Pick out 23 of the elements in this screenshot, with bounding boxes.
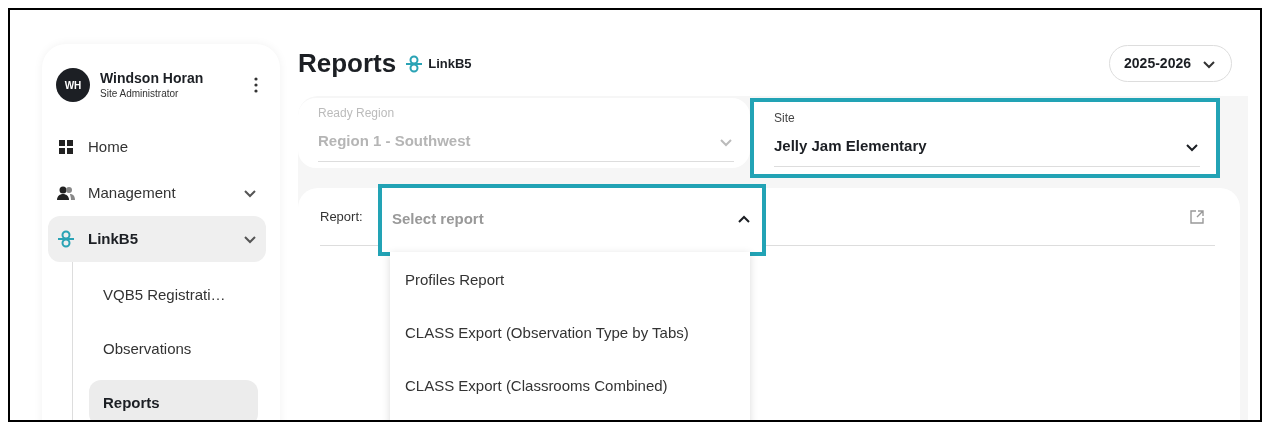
- nav-item[interactable]: Management: [48, 170, 266, 216]
- nav-subitem[interactable]: Reports: [89, 380, 258, 420]
- nav-item[interactable]: LinkB5: [48, 216, 266, 262]
- nav-subitem[interactable]: VQB5 Registrati…: [89, 272, 258, 318]
- people-icon: [57, 186, 75, 200]
- year-dropdown[interactable]: 2025-2026: [1109, 45, 1232, 82]
- grid-icon: [59, 140, 73, 154]
- more-icon[interactable]: [254, 77, 258, 93]
- link-logo-icon: [56, 229, 76, 249]
- page-title: Reports: [298, 47, 397, 80]
- user-role: Site Administrator: [100, 87, 180, 101]
- menu-option[interactable]: CLASS Export (Classrooms Combined): [390, 360, 750, 413]
- brand-label: LinkB5: [428, 54, 472, 73]
- user-name: Windson Horan: [100, 69, 204, 87]
- report-label: Report:: [320, 207, 364, 226]
- avatar: WH: [56, 68, 90, 102]
- select-field[interactable]: Site Jelly Jam Elementary: [750, 98, 1220, 178]
- link-logo-icon: [404, 53, 425, 74]
- menu-option[interactable]: CLASS Export (Observation Type by Tabs): [390, 307, 750, 360]
- nav-item[interactable]: Home: [48, 124, 266, 170]
- nav-subitem[interactable]: Observations: [89, 326, 258, 372]
- menu-option[interactable]: Profiles Report: [390, 254, 750, 307]
- external-link-icon[interactable]: [1189, 208, 1205, 225]
